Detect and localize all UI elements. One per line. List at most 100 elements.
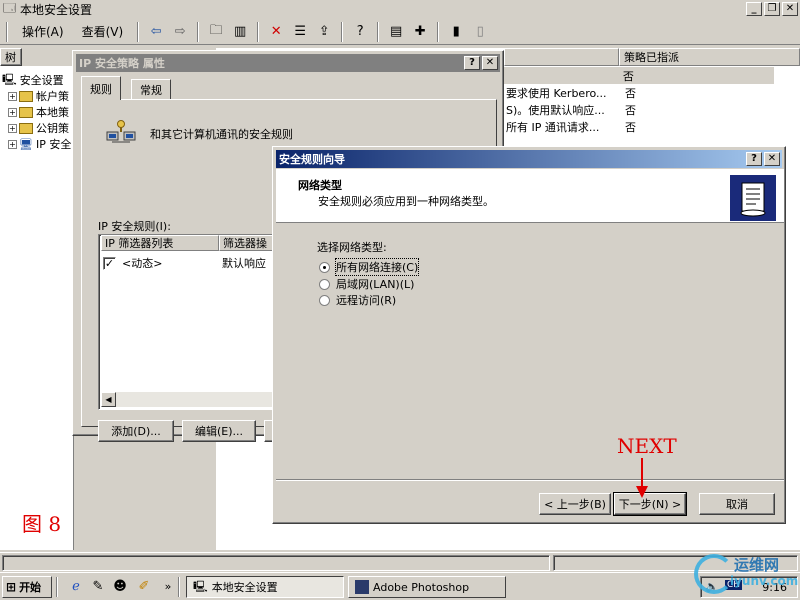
main-window-titlebar: 🗔 本地安全设置 _ ❐ ✕ [0, 0, 800, 18]
add-policy-icon[interactable]: ✚ [410, 22, 430, 42]
wizard-next-button[interactable]: 下一步(N) > [613, 492, 687, 516]
assign-icon[interactable]: ▮ [446, 22, 466, 42]
help-icon[interactable]: ? [350, 22, 370, 42]
tree-item-ip-security[interactable]: + 🖥 IP 安全 [8, 136, 71, 152]
rules-list-label: IP 安全规则(I): [98, 220, 171, 233]
rules-description: 和其它计算机通讯的安全规则 [150, 128, 293, 141]
radio-button[interactable] [319, 278, 330, 290]
tab-rules[interactable]: 规则 [81, 76, 121, 100]
security-settings-icon: 🖳 [193, 579, 208, 593]
network-computers-icon [106, 118, 136, 148]
properties-close-button[interactable]: ✕ [482, 56, 498, 70]
windows-logo-icon: ⊞ [6, 580, 17, 594]
security-rule-wizard: 安全规则向导 ? ✕ 网络类型 安全规则必须应用到一种网络类型。 选择网络类型:… [272, 146, 786, 524]
qq-penguin-icon[interactable]: ☻ [112, 579, 128, 595]
ip-security-icon: 🖥 [19, 137, 33, 151]
wizard-help-button[interactable]: ? [746, 152, 762, 166]
expand-icon[interactable]: + [8, 123, 17, 133]
menu-view[interactable]: 查看(V) [73, 22, 133, 42]
minimize-button[interactable]: _ [746, 2, 762, 16]
radio-all-connections[interactable]: 所有网络连接(C) [319, 258, 420, 276]
scroll-document-icon [730, 175, 776, 221]
next-annotation-label: NEXT [617, 434, 677, 458]
expand-icon[interactable]: + [8, 91, 17, 101]
watermark-text: 运维网 [734, 556, 780, 574]
watermark-ring-icon [694, 554, 734, 594]
back-arrow-icon[interactable]: ⇦ [146, 22, 166, 42]
table-row[interactable]: ✓ <动态> 默认响应 [103, 255, 266, 271]
column-header-description[interactable] [504, 48, 619, 66]
notepad-icon[interactable]: ✎ [90, 579, 106, 595]
add-rule-button[interactable]: 添加(D)... [98, 420, 174, 442]
expand-icon[interactable]: + [8, 107, 17, 117]
edit-rule-button[interactable]: 编辑(E)... [182, 420, 256, 442]
unassign-icon[interactable]: ▯ [470, 22, 490, 42]
photoshop-icon [355, 580, 369, 594]
table-row[interactable]: 否 [504, 67, 774, 84]
network-type-prompt: 选择网络类型: [317, 241, 387, 254]
horizontal-scrollbar[interactable]: ◀ [101, 392, 285, 407]
wizard-titlebar: 安全规则向导 ? ✕ [276, 150, 782, 168]
radio-remote-access[interactable]: 远程访问(R) [319, 292, 396, 308]
scroll-left-icon[interactable]: ◀ [101, 392, 116, 407]
main-window-title: 本地安全设置 [20, 2, 93, 17]
ie-browser-icon[interactable]: ℯ [68, 579, 84, 595]
tree-tab[interactable]: 树 [0, 48, 22, 66]
wizard-close-button[interactable]: ✕ [764, 152, 780, 166]
properties-dialog-title: IP 安全策略 属性 [79, 57, 165, 70]
column-header-filter-list[interactable]: IP 筛选器列表 [101, 235, 219, 251]
tree-pane: 🖳 安全设置 + 帐户策 + 本地策 + 公钥策 + 🖥 IP 安全 [0, 66, 74, 550]
wizard-back-button[interactable]: < 上一步(B) [539, 493, 611, 515]
policy-document-icon[interactable]: ▤ [386, 22, 406, 42]
radio-button-selected[interactable] [319, 261, 330, 273]
tab-general[interactable]: 常规 [131, 79, 171, 100]
up-folder-icon[interactable]: 🗀 [206, 22, 226, 42]
tree-item-public-key-policies[interactable]: + 公钥策 [8, 120, 69, 136]
table-row[interactable]: 所有 IP 通讯请求... 否 [504, 118, 779, 135]
tree-item-security-settings[interactable]: 🖳 安全设置 [2, 72, 64, 88]
watermark: 运维网 iyunv.com [694, 552, 798, 598]
table-row[interactable]: S)。使用默认响应... 否 [504, 101, 779, 118]
folder-icon [19, 122, 33, 134]
start-button[interactable]: ⊞ 开始 [2, 576, 52, 598]
wizard-subheading: 安全规则必须应用到一种网络类型。 [318, 195, 494, 208]
menu-action[interactable]: 操作(A) [13, 22, 73, 42]
column-header-assigned[interactable]: 策略已指派 [619, 48, 800, 66]
menu-toolbar: 操作(A) 查看(V) ⇦ ⇨ 🗀 ▥ ✕ ☰ ⇪ ? ▤ ✚ ▮ ▯ [0, 19, 800, 45]
export-list-icon[interactable]: ⇪ [314, 22, 334, 42]
close-button[interactable]: ✕ [782, 2, 798, 16]
figure-label: 图 8 [22, 512, 62, 536]
next-annotation-arrow [634, 458, 650, 498]
tree-item-local-policies[interactable]: + 本地策 [8, 104, 69, 120]
show-hide-tree-icon[interactable]: ▥ [230, 22, 250, 42]
properties-help-button[interactable]: ? [464, 56, 480, 70]
wizard-heading: 网络类型 [298, 179, 342, 192]
app-icon: 🗔 [3, 0, 17, 15]
delete-icon[interactable]: ✕ [266, 22, 286, 42]
properties-icon[interactable]: ☰ [290, 22, 310, 42]
status-cell-main [2, 555, 550, 571]
folder-icon [19, 106, 33, 118]
wizard-cancel-button[interactable]: 取消 [699, 493, 775, 515]
taskbar-item-photoshop[interactable]: Adobe Photoshop [348, 576, 506, 598]
taskbar: ⊞ 开始 ℯ ✎ ☻ ✐ » 🖳 本地安全设置 Adobe Photoshop … [0, 572, 800, 600]
wizard-title: 安全规则向导 [279, 153, 345, 166]
watermark-subtext: iyunv.com [730, 574, 799, 588]
pen-tool-icon[interactable]: ✐ [136, 579, 152, 595]
radio-lan[interactable]: 局域网(LAN)(L) [319, 276, 414, 292]
security-settings-icon: 🖳 [2, 72, 17, 86]
ip-security-rules-list[interactable]: IP 筛选器列表 筛选器操 ✓ <动态> 默认响应 ◀ [98, 234, 288, 410]
status-bar [0, 552, 800, 572]
expand-icon[interactable]: + [8, 139, 17, 149]
table-row[interactable]: 要求使用 Kerbero... 否 [504, 84, 779, 101]
quick-launch-more-icon[interactable]: » [160, 579, 176, 595]
rule-checkbox[interactable]: ✓ [103, 256, 116, 270]
radio-button[interactable] [319, 294, 330, 306]
restore-button[interactable]: ❐ [764, 2, 780, 16]
wizard-header: 网络类型 安全规则必须应用到一种网络类型。 [276, 169, 784, 223]
wizard-footer-divider [276, 479, 784, 481]
tree-item-account-policies[interactable]: + 帐户策 [8, 88, 69, 104]
forward-arrow-icon[interactable]: ⇨ [170, 22, 190, 42]
taskbar-item-local-security[interactable]: 🖳 本地安全设置 [186, 576, 344, 598]
folder-icon [19, 90, 33, 102]
